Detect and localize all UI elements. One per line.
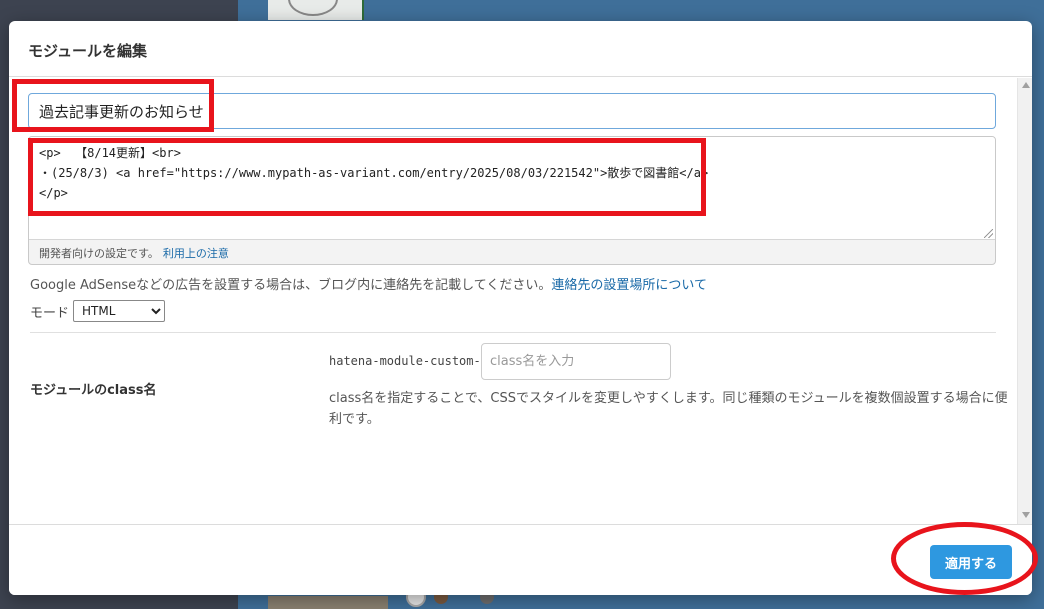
annotation-highlight-apply [891,522,1038,595]
dialog-scrollbar[interactable] [1017,78,1032,524]
class-name-input[interactable] [481,343,671,380]
adsense-note: Google AdSenseなどの広告を設置する場合は、ブログ内に連絡先を記載し… [30,274,707,293]
class-name-prefix: hatena-module-custom- [329,354,481,368]
class-name-help: class名を指定することで、CSSでスタイルを変更しやすくします。同じ種類のモ… [329,391,1008,427]
dialog-header: モジュールを編集 [9,21,1032,77]
mode-label: モード [30,305,70,321]
background-thumbnail [268,596,388,609]
class-name-label: モジュールのclass名 [30,383,157,398]
section-divider [30,332,996,333]
developer-note: 開発者向けの設定です。 利用上の注意 [39,245,229,261]
annotation-highlight-code [28,138,706,216]
adsense-note-text: Google AdSenseなどの広告を設置する場合は、ブログ内に連絡先を記載し… [30,278,552,293]
resize-handle-icon[interactable] [984,229,993,238]
usage-notes-link[interactable]: 利用上の注意 [163,247,229,260]
annotation-highlight-title [12,79,214,132]
dialog-title: モジュールを編集 [28,42,147,60]
developer-note-text: 開発者向けの設定です。 [39,247,159,260]
contact-placement-link[interactable]: 連絡先の設置場所について [551,278,707,293]
scroll-up-icon[interactable] [1022,82,1030,88]
dialog-footer: 適用する [9,524,1032,595]
mode-select[interactable]: HTML [73,300,166,322]
mode-row: モード HTML [30,300,166,322]
scroll-down-icon[interactable] [1022,512,1030,518]
